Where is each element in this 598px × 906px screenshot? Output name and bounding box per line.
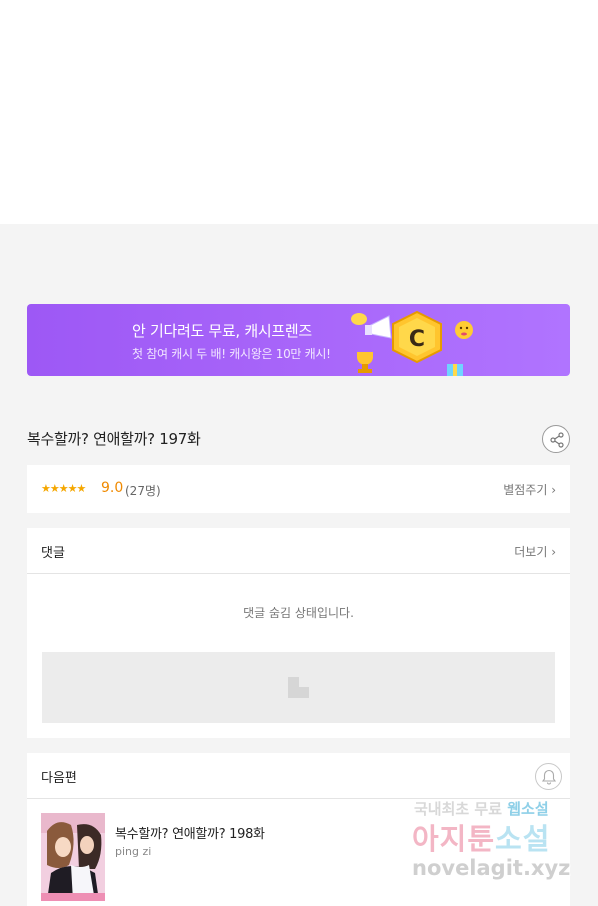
next-episode-header: 다음편 (27, 753, 570, 799)
rating-count: (27명) (125, 484, 161, 498)
cash-friends-banner[interactable]: 안 기다려도 무료, 캐시프렌즈 첫 참여 캐시 두 배! 캐시왕은 10만 캐… (27, 304, 570, 376)
comments-hidden-message: 댓글 숨김 상태입니다. (243, 606, 354, 620)
banner-title: 안 기다려도 무료, 캐시프렌즈 (132, 322, 312, 340)
comments-label: 댓글 (41, 546, 65, 561)
emoji-icon (455, 321, 473, 339)
thumbnail-illustration (41, 813, 105, 901)
comments-more-button[interactable]: 더보기 › (514, 543, 556, 560)
comments-header: 댓글 더보기 › (27, 528, 570, 574)
next-episode-card: 다음편 복수할까? 연애할까? 198화 ping zi (27, 753, 570, 906)
hexagon-badge-icon: C (392, 310, 442, 364)
rating-score: 9.0 (101, 480, 124, 496)
bell-icon (542, 769, 556, 785)
share-button[interactable] (542, 425, 570, 453)
rating-card: ★★★★★ 9.0 (27명) 별점주기 › (27, 465, 570, 513)
ad-placeholder (42, 652, 555, 723)
comments-card: 댓글 더보기 › 댓글 숨김 상태입니다. (27, 528, 570, 738)
notification-button[interactable] (535, 763, 562, 790)
next-episode-author: ping zi (115, 845, 152, 858)
trophy-icon (357, 352, 373, 373)
next-episode-label: 다음편 (41, 771, 77, 786)
banner-subtitle: 첫 참여 캐시 두 배! 캐시왕은 10만 캐시! (132, 347, 331, 361)
rate-button[interactable]: 별점주기 › (503, 481, 556, 498)
top-blank-area (0, 0, 598, 224)
banner-illustration: C (351, 310, 473, 376)
image-placeholder-icon (288, 677, 309, 698)
svg-text:C: C (409, 327, 425, 352)
gift-icon (447, 364, 463, 376)
next-episode-title[interactable]: 복수할까? 연애할까? 198화 (115, 823, 265, 842)
share-icon (550, 432, 564, 448)
rating-stars: ★★★★★ (41, 482, 86, 495)
episode-title: 복수할까? 연애할까? 197화 (27, 430, 201, 448)
next-episode-thumbnail[interactable] (41, 813, 105, 901)
megaphone-icon (365, 315, 392, 339)
